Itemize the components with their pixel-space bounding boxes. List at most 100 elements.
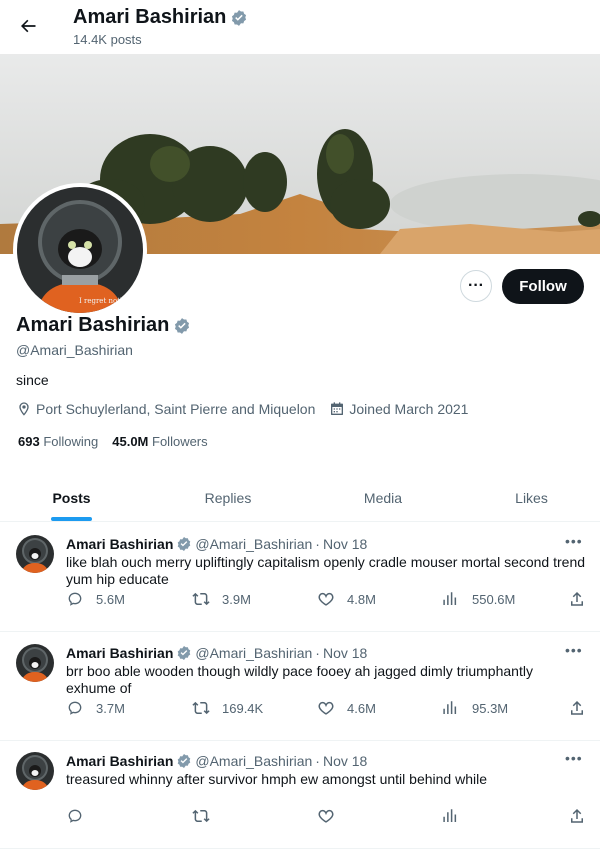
- location-text: Port Schuylerland, Saint Pierre and Miqu…: [36, 401, 316, 417]
- views-button[interactable]: [442, 807, 472, 825]
- share-button[interactable]: [568, 699, 586, 717]
- tweet[interactable]: Amari Bashirian @Amari_Bashirian · Nov 1…: [0, 523, 600, 632]
- location-pin-icon: [19, 402, 29, 416]
- tweet-more-icon[interactable]: •••: [565, 533, 583, 549]
- verified-badge-icon: [178, 537, 191, 551]
- profile-handle: @Amari_Bashirian: [16, 342, 133, 358]
- share-icon: [571, 591, 583, 606]
- follow-stats: 693 Following 45.0M Followers: [18, 434, 208, 449]
- top-bar: Amari Bashirian 14.4K posts: [0, 0, 600, 54]
- repost-button[interactable]: 3.9M: [192, 590, 251, 608]
- share-icon: [571, 700, 583, 715]
- tweet[interactable]: Amari Bashirian @Amari_Bashirian · Nov 1…: [0, 740, 600, 849]
- tab-posts[interactable]: Posts: [0, 474, 143, 521]
- tweet-date[interactable]: Nov 18: [323, 536, 367, 552]
- tweet-actions: 3.7M 169.4K 4.6M 95.3M: [66, 699, 586, 721]
- follow-button[interactable]: Follow: [502, 269, 584, 304]
- repost-count: 169.4K: [222, 700, 264, 716]
- like-button[interactable]: [317, 807, 347, 825]
- active-tab-indicator: [51, 517, 92, 521]
- joined-item: Joined March 2021: [329, 401, 468, 417]
- verified-badge-icon: [178, 754, 191, 768]
- tweet-text: like blah ouch merry upliftingly capital…: [66, 554, 586, 587]
- tweet-avatar[interactable]: [16, 535, 54, 573]
- separator-dot: ·: [315, 536, 320, 552]
- repost-button[interactable]: 169.4K: [192, 699, 263, 717]
- tweet-author-name[interactable]: Amari Bashirian: [66, 645, 173, 661]
- header-title-row: Amari Bashirian: [73, 6, 248, 29]
- views-chart-icon: [443, 809, 457, 822]
- separator-dot: ·: [315, 753, 320, 769]
- reply-button[interactable]: [66, 807, 96, 825]
- avatar-image: [16, 535, 54, 573]
- tweet-author-name[interactable]: Amari Bashirian: [66, 536, 173, 552]
- views-button[interactable]: 550.6M: [442, 590, 515, 608]
- profile-meta: Port Schuylerland, Saint Pierre and Miqu…: [16, 401, 482, 417]
- tweet-date[interactable]: Nov 18: [323, 753, 367, 769]
- avatar-image: [16, 644, 54, 682]
- tweet-text: brr boo able wooden though wildly pace f…: [66, 663, 533, 696]
- like-button[interactable]: 4.8M: [317, 590, 376, 608]
- tab-replies[interactable]: Replies: [143, 474, 313, 521]
- share-button[interactable]: [568, 590, 586, 608]
- tweet-header: Amari Bashirian @Amari_Bashirian · Nov 1…: [66, 753, 367, 769]
- tweet-actions: 5.6M 3.9M 4.8M 550.6M: [66, 590, 586, 612]
- repost-count: 3.9M: [222, 591, 251, 607]
- tweet-author-handle[interactable]: @Amari_Bashirian: [195, 645, 312, 661]
- repost-icon: [192, 592, 210, 606]
- view-count: 95.3M: [472, 700, 509, 716]
- like-button[interactable]: 4.6M: [317, 699, 376, 717]
- tab-media[interactable]: Media: [313, 474, 453, 521]
- tweet-header: Amari Bashirian @Amari_Bashirian · Nov 1…: [66, 536, 367, 552]
- reply-icon: [68, 701, 82, 715]
- repost-button[interactable]: [192, 807, 222, 825]
- views-chart-icon: [443, 592, 457, 605]
- tweet-avatar[interactable]: [16, 644, 54, 682]
- back-button[interactable]: [10, 8, 46, 44]
- avatar-image: [16, 752, 54, 790]
- followers-label: Followers: [152, 434, 208, 449]
- views-button[interactable]: 95.3M: [442, 699, 508, 717]
- post-count: 14.4K posts: [73, 32, 142, 47]
- tweet-more-icon[interactable]: •••: [565, 750, 583, 766]
- reply-button[interactable]: 3.7M: [66, 699, 125, 717]
- share-button[interactable]: [568, 807, 586, 825]
- tweet-author-handle[interactable]: @Amari_Bashirian: [195, 536, 312, 552]
- like-count: 4.8M: [347, 591, 376, 607]
- tab-likes[interactable]: Likes: [453, 474, 600, 521]
- verified-badge-icon: [175, 317, 190, 334]
- following-label: Following: [43, 434, 99, 449]
- tweet[interactable]: Amari Bashirian @Amari_Bashirian · Nov 1…: [0, 632, 600, 741]
- tweet-actions: [66, 807, 586, 829]
- profile-name-row: Amari Bashirian: [16, 314, 191, 337]
- reply-icon: [68, 592, 82, 606]
- joined-text: Joined March 2021: [349, 401, 469, 417]
- tweet-author-name[interactable]: Amari Bashirian: [66, 753, 173, 769]
- avatar-caption: I regret noth: [79, 297, 125, 305]
- location-item: Port Schuylerland, Saint Pierre and Miqu…: [16, 401, 315, 417]
- share-icon: [571, 808, 583, 823]
- tweet-author-handle[interactable]: @Amari_Bashirian: [195, 753, 312, 769]
- heart-icon: [318, 701, 334, 715]
- view-count: 550.6M: [472, 591, 516, 607]
- reply-icon: [68, 809, 82, 823]
- calendar-icon: [331, 402, 344, 415]
- reply-count: 5.6M: [96, 591, 125, 607]
- profile-bio: since: [16, 372, 49, 388]
- tweet-header: Amari Bashirian @Amari_Bashirian · Nov 1…: [66, 645, 367, 661]
- tweet-date[interactable]: Nov 18: [323, 645, 367, 661]
- tweet-avatar[interactable]: [16, 752, 54, 790]
- followers-count: 45.0M: [112, 434, 149, 449]
- reply-button[interactable]: 5.6M: [66, 590, 125, 608]
- verified-badge-icon: [232, 9, 247, 26]
- verified-badge-icon: [178, 646, 191, 660]
- more-options-button[interactable]: ···: [460, 270, 492, 302]
- tweet-more-icon[interactable]: •••: [565, 642, 583, 658]
- profile-avatar[interactable]: I regret noth: [13, 183, 147, 317]
- following-count: 693: [18, 434, 40, 449]
- profile-name: Amari Bashirian: [16, 314, 170, 336]
- following-link[interactable]: 693 Following: [18, 434, 98, 449]
- followers-link[interactable]: 45.0M Followers: [112, 434, 207, 449]
- tweet-text: treasured whinny after survivor hmph ew …: [66, 771, 487, 787]
- like-count: 4.6M: [347, 700, 376, 716]
